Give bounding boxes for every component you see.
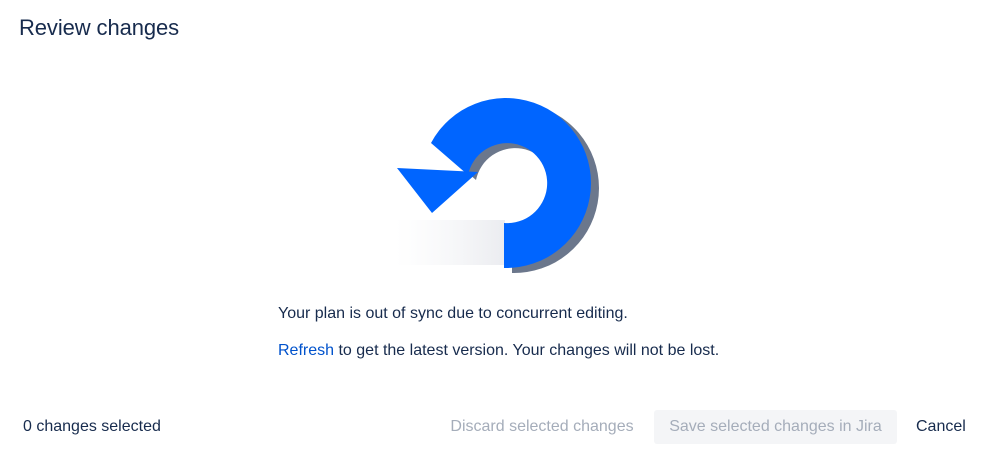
dialog-title: Review changes xyxy=(19,15,180,40)
refresh-illustration xyxy=(385,80,615,280)
refresh-instruction-text: to get the latest version. Your changes … xyxy=(334,342,720,359)
refresh-arrow-icon xyxy=(395,98,599,274)
refresh-link[interactable]: Refresh xyxy=(278,342,334,359)
review-changes-dialog: Review changes Your plan is out of sync … xyxy=(0,0,999,469)
save-selected-changes-button[interactable]: Save selected changes in Jira xyxy=(654,410,897,444)
refresh-instruction: Refresh to get the latest version. Your … xyxy=(278,342,719,360)
out-of-sync-message: Your plan is out of sync due to concurre… xyxy=(278,305,628,322)
discard-selected-changes-button[interactable]: Discard selected changes xyxy=(436,410,648,444)
changes-selected-count: 0 changes selected xyxy=(23,418,161,435)
cancel-button[interactable]: Cancel xyxy=(904,410,976,444)
